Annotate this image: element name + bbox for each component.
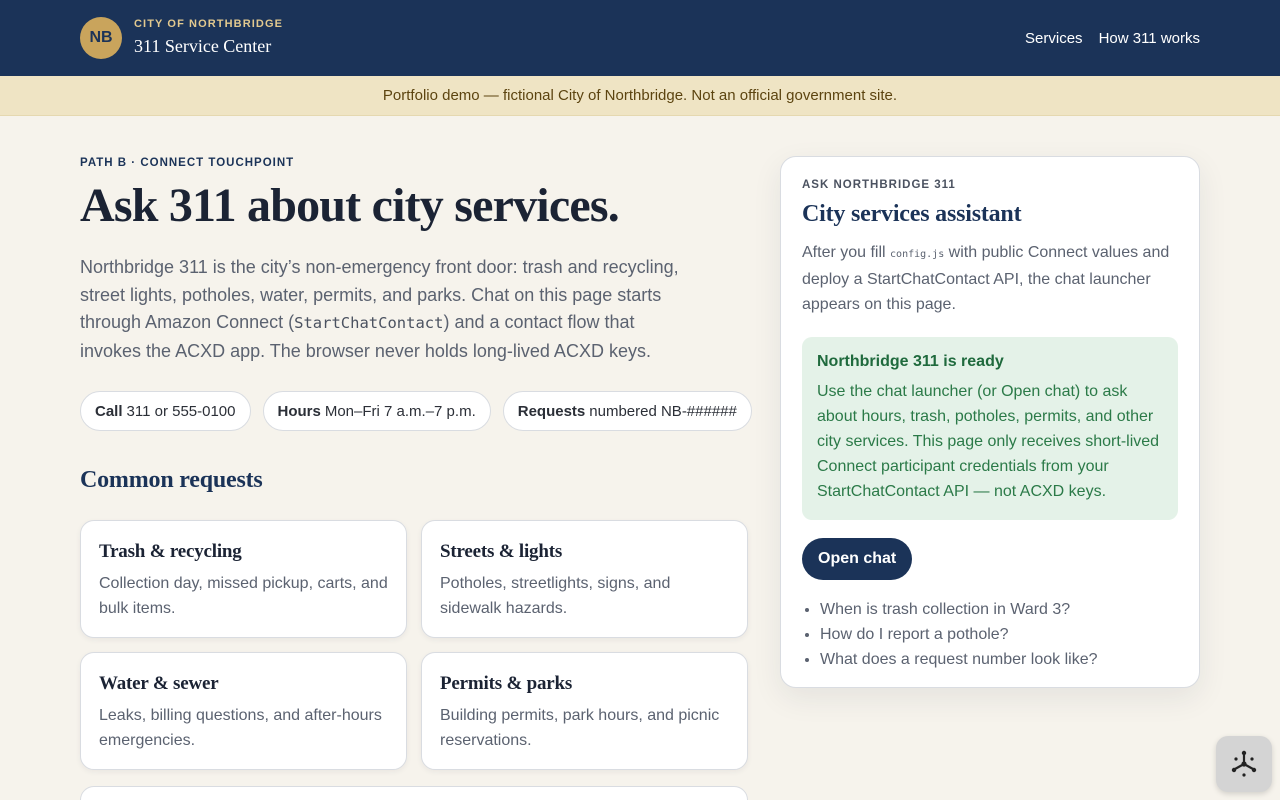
request-card-streets[interactable]: Streets & lights Potholes, streetlights,… [421,520,748,639]
chip-call-label: Call [95,402,123,420]
common-requests-heading: Common requests [80,467,263,494]
demo-banner-text: Portfolio demo — fictional City of North… [382,87,898,104]
contact-chips: Call 311 or 555-0100 Hours Mon–Fri 7 a.m.–… [80,391,752,432]
main-nav: Services How 311 works [1025,30,1200,47]
page-title: Ask 311 about city services. [80,179,620,232]
request-cards: Trash & recycling Collection day, missed… [80,520,748,771]
suggestion-item: When is trash collection in Ward 3? [820,597,1178,622]
request-card-partial [80,786,748,800]
card-desc: Potholes, streetlights, signs, and sidew… [440,575,671,617]
config-code: config.js [890,249,945,260]
suggested-questions: When is trash collection in Ward 3? How … [802,597,1178,672]
city-seal-logo: NB [80,17,122,59]
card-title: Water & sewer [99,673,219,695]
chip-hours: Hours Mon–Fri 7 a.m.–7 p.m. [262,391,491,432]
ready-title: Northbridge 311 is ready [817,353,1004,370]
chat-launcher-icon [1231,750,1257,777]
suggestion-item: How do I report a pothole? [820,622,1178,647]
card-desc: Building permits, park hours, and picnic… [440,707,720,749]
card-title: Streets & lights [440,541,563,563]
brand-eyebrow: CITY OF NORTHBRIDGE [134,17,284,30]
chip-requests: Requests numbered NB-###### [502,391,752,432]
nav-link-services[interactable]: Services [1025,30,1083,47]
site-header: NB CITY OF NORTHBRIDGE 311 Service Cente… [0,0,1280,76]
chip-call-value: 311 or 555-0100 [126,402,236,420]
ready-text: Use the chat launcher (or Open chat) to … [817,383,1160,500]
suggestion-item: What does a request number look like? [820,647,1178,672]
card-desc: Leaks, billing questions, and after-hour… [99,707,382,749]
brand[interactable]: NB CITY OF NORTHBRIDGE 311 Service Cente… [80,17,283,59]
hero-eyebrow: PATH B · CONNECT TOUCHPOINT [80,157,295,169]
request-card-trash[interactable]: Trash & recycling Collection day, missed… [80,520,407,639]
card-title: Permits & parks [440,673,573,695]
request-card-water[interactable]: Water & sewer Leaks, billing questions, … [80,652,407,771]
chip-requests-value: numbered NB-###### [589,402,737,420]
chip-hours-label: Hours [277,402,321,420]
card-title: Trash & recycling [99,541,242,563]
request-card-permits[interactable]: Permits & parks Building permits, park h… [421,652,748,771]
chat-launcher-button[interactable] [1216,736,1272,792]
main-content: PATH B · CONNECT TOUCHPOINT Ask 311 abou… [80,116,752,800]
ready-status-box: Northbridge 311 is ready Use the chat la… [802,337,1178,520]
assistant-title: City services assistant [802,201,1022,227]
chip-call: Call 311 or 555-0100 [80,391,251,432]
assistant-eyebrow: ASK NORTHBRIDGE 311 [802,179,956,191]
lede-code: StartChatContact [294,314,444,333]
chip-hours-value: Mon–Fri 7 a.m.–7 p.m. [324,402,476,420]
assistant-desc-1: After you fill [802,244,891,261]
open-chat-button[interactable]: Open chat [802,538,913,580]
demo-banner: Portfolio demo — fictional City of North… [0,76,1280,116]
hero-lede: Northbridge 311 is the city’s non-emerge… [80,254,700,365]
card-desc: Collection day, missed pickup, carts, an… [99,575,388,617]
assistant-description: After you fill config.js with public Con… [802,240,1178,317]
brand-title: 311 Service Center [134,35,272,56]
nav-link-how-311-works[interactable]: How 311 works [1099,30,1200,47]
assistant-panel: ASK NORTHBRIDGE 311 City services assist… [780,156,1200,688]
chip-requests-label: Requests [517,402,586,420]
